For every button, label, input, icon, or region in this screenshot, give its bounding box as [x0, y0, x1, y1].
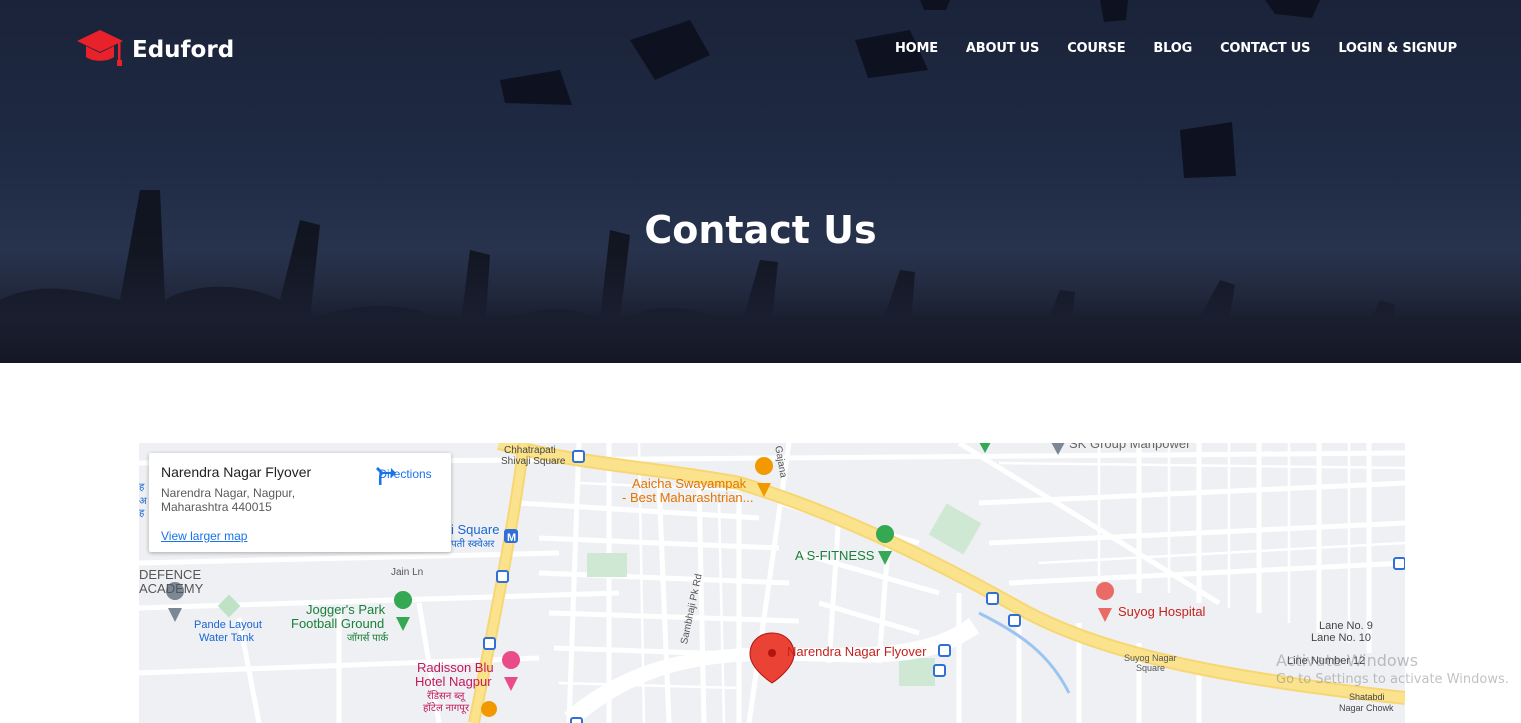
map-label: Water Tank	[199, 632, 255, 644]
map-label: Radisson Blu	[417, 660, 494, 675]
brand-name: Eduford	[132, 36, 235, 63]
map-label: Suyog Hospital	[1118, 604, 1206, 619]
map-label: Hotel Nagpur	[415, 674, 492, 689]
map-label: DEFENCE	[139, 567, 202, 582]
brand[interactable]: Eduford	[76, 26, 234, 73]
map-label: Shatabdi	[1349, 692, 1385, 702]
map-label: Lane No. 10	[1311, 632, 1371, 644]
windows-activation-watermark: Activate Windows Go to Settings to activ…	[1276, 651, 1509, 687]
nav-home[interactable]: HOME	[895, 41, 938, 56]
page-title: Contact Us	[644, 208, 877, 252]
map-label: Chhatrapati	[504, 445, 556, 456]
map-label: ACADEMY	[139, 581, 204, 596]
address-line-1: Narendra Nagar, Nagpur,	[161, 486, 296, 500]
map-label: Shivaji Square	[501, 456, 566, 467]
map-label: पती स्क्वेअर	[451, 539, 495, 550]
map-label: ह	[139, 508, 145, 519]
activation-title: Activate Windows	[1276, 651, 1419, 670]
map-label: Aaicha Swayampak	[632, 476, 747, 491]
activation-subtitle: Go to Settings to activate Windows.	[1276, 672, 1509, 687]
place-name: Narendra Nagar Flyover	[161, 464, 312, 480]
nav-about-us[interactable]: ABOUT US	[966, 41, 1039, 56]
map-label: Narendra Nagar Flyover	[787, 644, 927, 659]
nav-course[interactable]: COURSE	[1067, 41, 1125, 56]
map-label: i Square	[451, 522, 500, 537]
nav-blog[interactable]: BLOG	[1153, 41, 1192, 56]
map-label: जॉगर्स पार्क	[347, 633, 389, 644]
crowd-shadow	[0, 250, 1521, 363]
map-label: Lane No. 9	[1319, 620, 1373, 632]
map-label: Square	[1136, 663, 1166, 673]
nav-login-signup[interactable]: LOGIN & SIGNUP	[1338, 41, 1457, 56]
map-label: Pande Layout	[194, 619, 262, 631]
view-larger-map-link[interactable]: View larger map	[161, 529, 247, 543]
map-label: SK Group Manpower	[1069, 443, 1191, 451]
map-label: Football Ground	[291, 616, 385, 631]
map-label: हॉटेल नागपूर	[423, 703, 470, 714]
map-label: Suyog Nagar	[1124, 653, 1177, 663]
map-info-card: Narendra Nagar Flyover Narendra Nagar, N…	[149, 453, 451, 552]
main-nav: HOME ABOUT US COURSE BLOG CONTACT US LOG…	[895, 41, 1457, 56]
hero-banner: Eduford HOME ABOUT US COURSE BLOG CONTAC…	[0, 0, 1521, 363]
map-label: Jain Ln	[391, 567, 424, 578]
place-address: Narendra Nagar, Nagpur, Maharashtra 4400…	[161, 486, 341, 514]
address-line-2: Maharashtra 440015	[161, 500, 272, 514]
directions-button[interactable]: Directions	[375, 465, 435, 485]
map-label: ह	[139, 482, 145, 493]
svg-text:M: M	[507, 532, 516, 544]
graduation-cap-icon	[76, 26, 124, 73]
embedded-map[interactable]: M Chhatrapati Shivaji Square Aaicha Sway…	[139, 443, 1405, 723]
map-label: Nagar Chowk	[1339, 703, 1394, 713]
map-label: - Best Maharashtrian...	[622, 490, 754, 505]
nav-contact-us[interactable]: CONTACT US	[1220, 41, 1310, 56]
map-label: A S-FITNESS	[795, 548, 875, 563]
map-label: Jogger's Park	[306, 602, 386, 617]
